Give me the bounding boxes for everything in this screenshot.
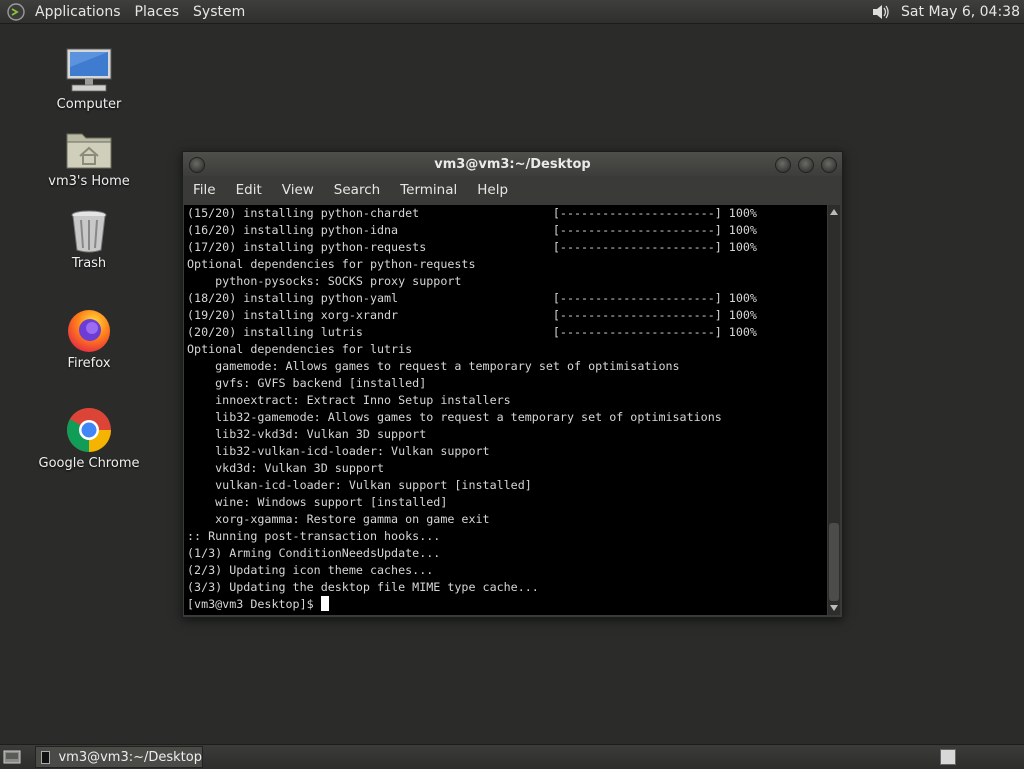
terminal-line: lib32-vkd3d: Vulkan 3D support xyxy=(187,427,427,441)
terminal-line: vulkan-icd-loader: Vulkan support [insta… xyxy=(187,478,532,492)
terminal-line: wine: Windows support [installed] xyxy=(187,495,448,509)
terminal-line: :: Running post-transaction hooks... xyxy=(187,529,441,543)
workspace-switcher[interactable] xyxy=(940,749,956,765)
mate-logo-icon[interactable] xyxy=(7,2,25,21)
places-menu[interactable]: Places xyxy=(135,4,188,20)
desktop-icon-label: Firefox xyxy=(67,356,111,371)
terminal-prompt-line[interactable]: [vm3@vm3 Desktop]$ xyxy=(187,596,827,613)
window-title: vm3@vm3:~/Desktop xyxy=(434,156,591,172)
menu-file[interactable]: File xyxy=(183,182,226,198)
terminal-cursor xyxy=(320,596,329,611)
chrome-icon xyxy=(67,408,111,452)
terminal-line: (18/20) installing python-yaml [--------… xyxy=(187,291,757,305)
taskbar-button-terminal[interactable]: vm3@vm3:~/Desktop xyxy=(35,746,203,768)
window-menu-button[interactable] xyxy=(189,157,205,173)
minimize-button[interactable] xyxy=(775,157,791,173)
desktop-icon-trash[interactable]: Trash xyxy=(34,208,144,271)
terminal-line: Optional dependencies for python-request… xyxy=(187,257,476,271)
desktop-icon-label: vm3's Home xyxy=(48,174,130,189)
terminal-line: xorg-xgamma: Restore gamma on game exit xyxy=(187,512,490,526)
menu-view[interactable]: View xyxy=(272,182,324,198)
clock[interactable]: Sat May 6, 04:38 xyxy=(901,4,1020,20)
firefox-icon xyxy=(68,310,110,352)
terminal-line: lib32-gamemode: Allows games to request … xyxy=(187,410,722,424)
terminal-line: (19/20) installing xorg-xrandr [--------… xyxy=(187,308,757,322)
terminal-lines: (15/20) installing python-chardet [-----… xyxy=(184,205,827,613)
desktop-icon-label: Computer xyxy=(56,97,122,112)
desktop-icon-chrome[interactable]: Google Chrome xyxy=(34,406,144,471)
scrollbar-thumb[interactable] xyxy=(829,523,839,601)
desktop-icon-label: Google Chrome xyxy=(38,456,140,471)
terminal-line: gvfs: GVFS backend [installed] xyxy=(187,376,427,390)
terminal-prompt: [vm3@vm3 Desktop]$ xyxy=(187,597,321,611)
terminal-line: (17/20) installing python-requests [----… xyxy=(187,240,757,254)
top-panel: Applications Places System Sat May 6, 04… xyxy=(0,0,1024,24)
desktop-icon-home[interactable]: vm3's Home xyxy=(34,128,144,189)
show-desktop-icon[interactable] xyxy=(3,749,21,765)
terminal-line: lib32-vulkan-icd-loader: Vulkan support xyxy=(187,444,490,458)
terminal-line: innoextract: Extract Inno Setup installe… xyxy=(187,393,511,407)
window-titlebar[interactable]: vm3@vm3:~/Desktop xyxy=(183,152,842,176)
menu-edit[interactable]: Edit xyxy=(226,182,272,198)
terminal-line: (3/3) Updating the desktop file MIME typ… xyxy=(187,580,539,594)
terminal-line: (2/3) Updating icon theme caches... xyxy=(187,563,434,577)
computer-icon xyxy=(66,48,112,92)
terminal-line: (1/3) Arming ConditionNeedsUpdate... xyxy=(187,546,441,560)
scroll-down-arrow-icon[interactable] xyxy=(830,605,838,611)
desktop-icon-computer[interactable]: Computer xyxy=(34,45,144,112)
menu-help[interactable]: Help xyxy=(467,182,518,198)
terminal-window[interactable]: vm3@vm3:~/Desktop File Edit View Search … xyxy=(182,151,843,618)
terminal-line: (20/20) installing lutris [-------------… xyxy=(187,325,757,339)
taskbar-button-label: vm3@vm3:~/Desktop xyxy=(58,749,202,765)
desktop-icon-label: Trash xyxy=(71,256,107,271)
menu-search[interactable]: Search xyxy=(324,182,390,198)
menu-terminal[interactable]: Terminal xyxy=(390,182,467,198)
trash-icon xyxy=(71,210,107,253)
close-button[interactable] xyxy=(821,157,837,173)
terminal-scrollbar[interactable] xyxy=(828,205,840,615)
system-menu[interactable]: System xyxy=(193,4,253,20)
terminal-line: (15/20) installing python-chardet [-----… xyxy=(187,206,757,220)
bottom-panel: vm3@vm3:~/Desktop xyxy=(0,744,1024,769)
home-folder-icon xyxy=(66,133,112,169)
scroll-up-arrow-icon[interactable] xyxy=(830,209,838,215)
terminal-line: Optional dependencies for lutris xyxy=(187,342,413,356)
terminal-icon xyxy=(41,750,51,764)
terminal-line: gamemode: Allows games to request a temp… xyxy=(187,359,680,373)
maximize-button[interactable] xyxy=(798,157,814,173)
applications-menu[interactable]: Applications xyxy=(35,4,129,20)
terminal-line: python-pysocks: SOCKS proxy support xyxy=(187,274,462,288)
terminal-menubar: File Edit View Search Terminal Help xyxy=(183,176,842,204)
terminal-line: vkd3d: Vulkan 3D support xyxy=(187,461,385,475)
terminal-line: (16/20) installing python-idna [--------… xyxy=(187,223,757,237)
desktop-icon-firefox[interactable]: Firefox xyxy=(34,306,144,371)
volume-icon[interactable] xyxy=(871,2,891,22)
terminal-output[interactable]: (15/20) installing python-chardet [-----… xyxy=(184,205,827,615)
